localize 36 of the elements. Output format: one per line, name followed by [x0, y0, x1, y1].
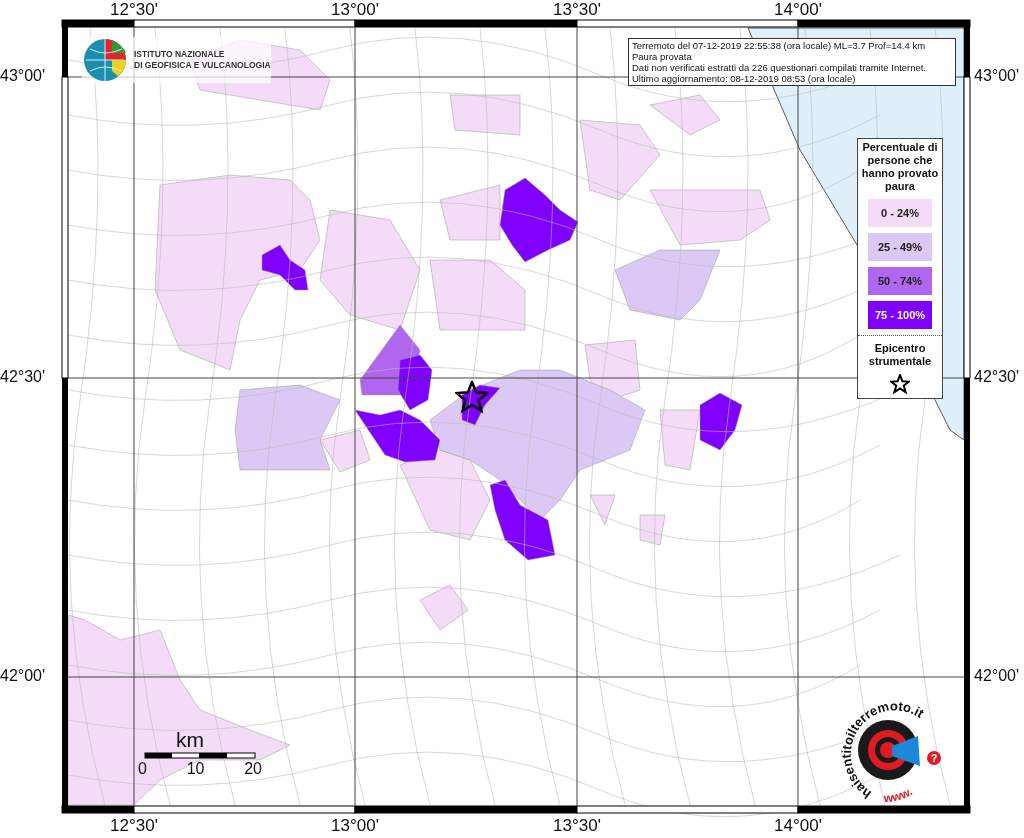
- institute-name: DI GEOFISICA E VULCANOLOGIA: [134, 60, 271, 71]
- legend-swatch: 75 - 100%: [868, 301, 932, 329]
- municipality-area: [699, 392, 743, 451]
- scale-label: 0: [138, 760, 147, 778]
- scale-label: 20: [244, 760, 262, 778]
- info-text: Dati non verificati estratti da 226 questionari compilati tramite Internet.: [632, 62, 928, 73]
- longitude-label: 14°00': [773, 816, 823, 836]
- latitude-label: 42°30': [974, 368, 1020, 386]
- star-icon: [890, 374, 910, 394]
- info-text: Terremoto del 07-12-2019 22:55:38 (ora locale) ML=3.7 Prof=14.4 km: [632, 40, 927, 51]
- latitude-label: 42°00': [0, 667, 46, 685]
- scale-label: 10: [186, 760, 205, 778]
- star-icon: [455, 381, 489, 415]
- municipality-area: [659, 409, 701, 471]
- latitude-label: 42°30': [0, 368, 46, 386]
- longitude-label: 13°30': [552, 816, 602, 836]
- legend-swatch: 50 - 74%: [868, 267, 932, 295]
- municipality-area: [419, 584, 469, 631]
- scale-unit: km: [176, 728, 204, 752]
- longitude-label: 13°00': [330, 0, 380, 20]
- latitude-label: 43°00': [0, 67, 46, 85]
- legend-title: Percentuale di persone che hanno provato paura: [860, 141, 940, 193]
- legend-swatch: 0 - 24%: [868, 199, 932, 227]
- latitude-label: 43°00': [974, 67, 1020, 85]
- institute-name: ISTITUTO NAZIONALE: [134, 49, 226, 60]
- longitude-label: 12°30': [109, 816, 159, 836]
- longitude-label: 13°00': [330, 816, 380, 836]
- longitude-label: 13°30': [552, 0, 602, 20]
- info-text: Ultimo aggiornamento: 08-12-2019 08:53 (ora locale): [632, 73, 857, 84]
- legend-label: Epicentro strumentale: [867, 342, 933, 368]
- latitude-label: 42°00': [974, 667, 1020, 685]
- globe-icon: [82, 37, 128, 83]
- longitude-label: 12°30': [109, 0, 159, 20]
- longitude-label: 14°00': [773, 0, 823, 20]
- legend-swatch: 25 - 49%: [868, 233, 932, 261]
- info-text: Paura provata: [632, 51, 693, 62]
